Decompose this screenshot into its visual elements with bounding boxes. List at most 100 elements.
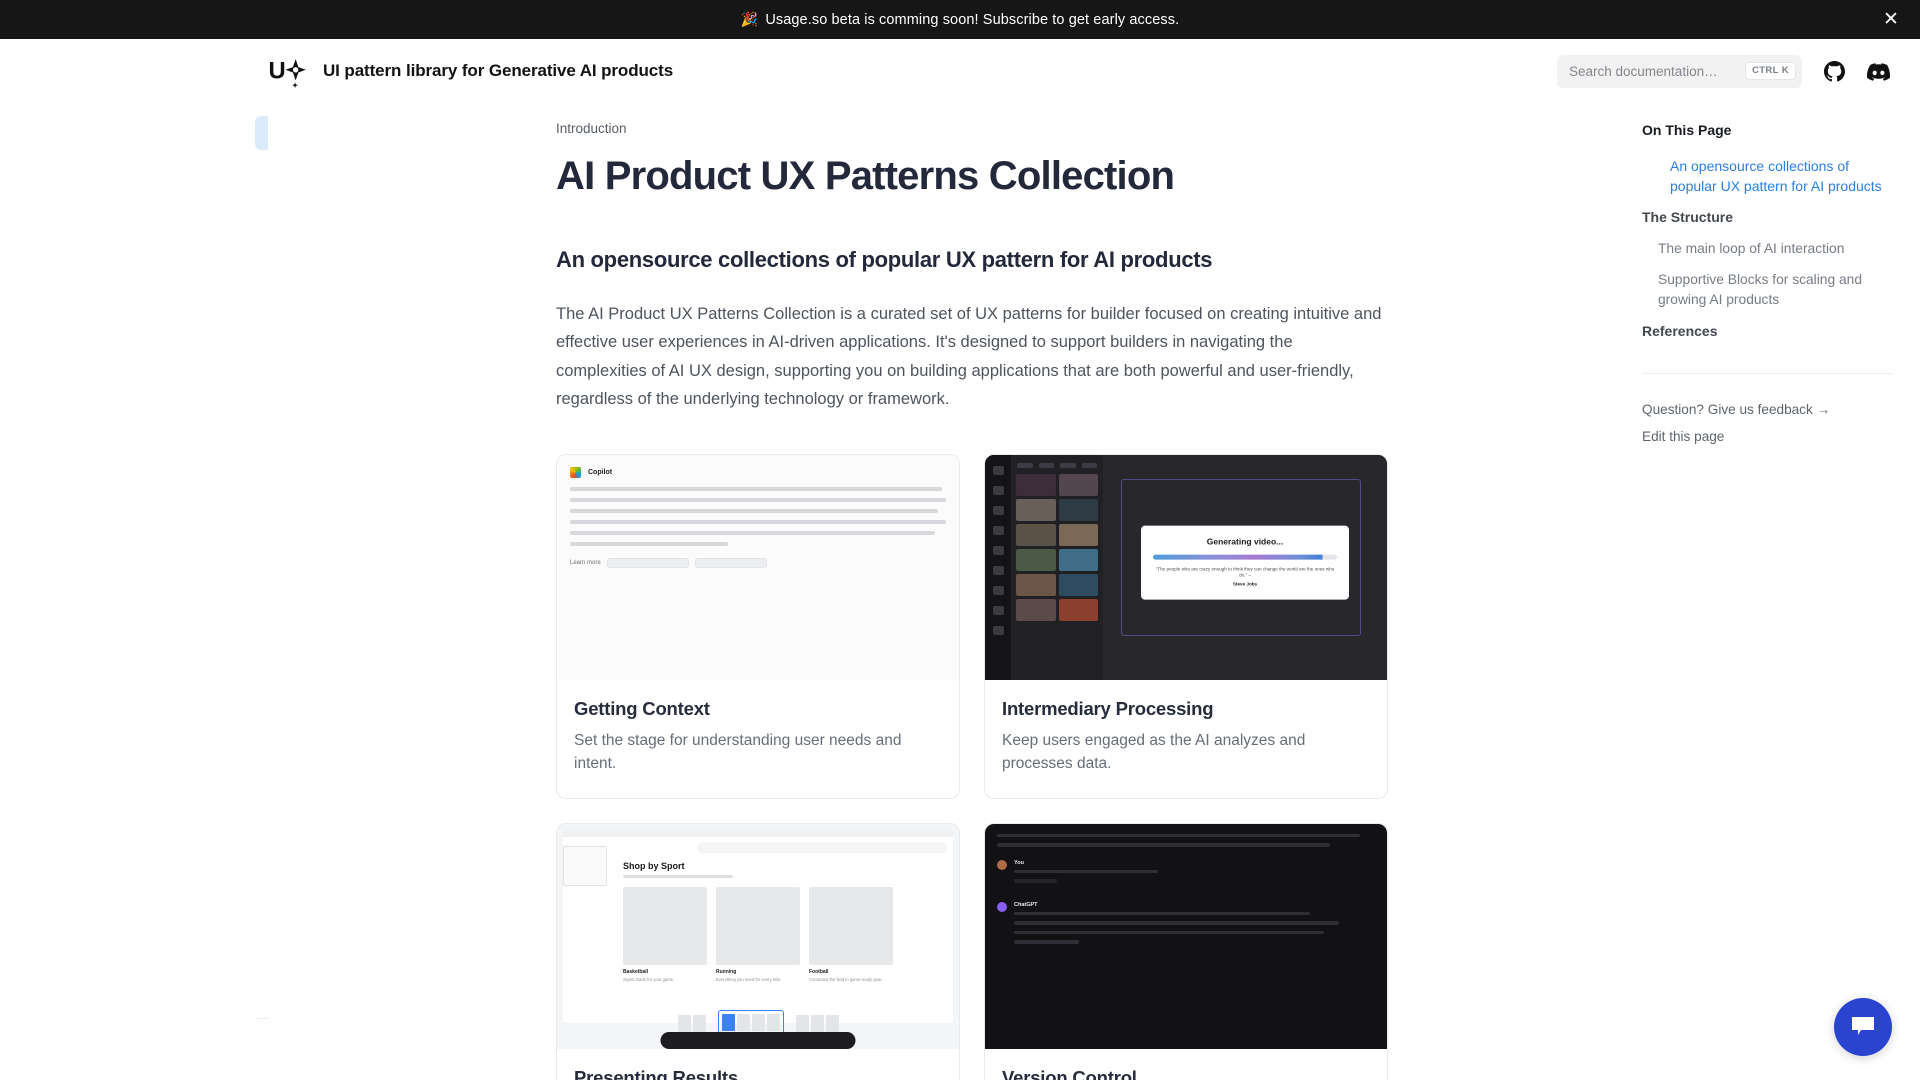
card-body: Version Control Offer users the opportun… [985,1049,1387,1080]
copilot-app-name: Copilot [588,469,612,476]
discord-icon[interactable] [1867,60,1890,83]
sidebar-group-header[interactable]: Results Presentation Patterns [255,760,268,816]
header-actions: CTRL K [1557,55,1890,88]
card-description: Set the stage for understanding user nee… [574,729,942,776]
quote-author: Steve Jobs [1153,582,1337,589]
mockup-page-title: Shop by Sport [623,861,893,871]
github-glyph [1824,61,1845,82]
brand-link[interactable]: U UI pattern library for Generative AI p… [268,54,673,88]
mockup-page: Shop by Sport Basketball Styles made for… [563,853,953,982]
version-stepper[interactable] [1014,879,1057,883]
product-desc: Command the field in game-ready gear. [809,977,893,982]
editor-media-panel [1011,455,1103,680]
mockup-prompt-dock [661,1032,856,1049]
theme-toggle[interactable]: System [255,1018,268,1080]
search-input[interactable] [1569,64,1745,79]
toc-item-supportive-blocks[interactable]: Supportive Blocks for scaling and growin… [1642,264,1892,315]
editor-tabs [1011,455,1103,474]
text-line [1014,931,1324,935]
mockup-product: Basketball Styles made for your game. [623,887,707,982]
card-title: Version Control [1002,1067,1370,1080]
text-line [570,531,935,535]
copilot-sources: Learn more [570,558,946,568]
sidebar-section-title: Main generative loop [255,164,268,204]
brand-title: UI pattern library for Generative AI pro… [323,61,673,81]
toc-item-references[interactable]: References [1642,315,1892,347]
mockup-product: Football Command the field in game-ready… [809,887,893,982]
text-line [570,498,946,502]
product-name: Basketball [623,969,707,975]
shop-mockup-screenshot-thumbnail: Shop by Sport Basketball Styles made for… [557,824,959,1049]
editor-media-grid [1011,474,1103,621]
card-body: Presenting Results Focus on how best to … [557,1049,959,1080]
chat-widget-button[interactable] [1834,998,1892,1056]
card-description: Keep users engaged as the AI analyzes an… [1002,729,1370,776]
card-title: Presenting Results [574,1067,942,1080]
edit-page-link[interactable]: Edit this page [1642,423,1892,450]
sidebar-group-results-presentation: Results Presentation Patterns Streaming … [255,760,268,935]
product-name: Running [716,969,800,975]
copilot-icon [570,467,581,478]
page-body: Introduction Main generative loop Gettin… [0,104,1920,1080]
quote-text: "The people who are crazy enough to thin… [1156,566,1335,578]
left-sidebar: Introduction Main generative loop Gettin… [0,104,268,1080]
toc-item-main-loop[interactable]: The main loop of AI interaction [1642,233,1892,265]
toc-item-the-structure[interactable]: The Structure [1642,201,1892,233]
chat-message-assistant: ChatGPT [997,902,1375,950]
chatgpt-avatar-icon [997,902,1007,912]
logo-icon: U [268,54,308,88]
card-presenting-results[interactable]: Shop by Sport Basketball Styles made for… [556,823,960,1080]
progress-bar [1153,554,1337,559]
card-version-control[interactable]: You ChatGPT [984,823,1388,1080]
mockup-prompt-bar [697,842,947,853]
site-header: U UI pattern library for Generative AI p… [0,39,1920,104]
on-this-page-panel: On This Page An opensource collections o… [1642,104,1892,1080]
source-pill[interactable] [695,558,767,568]
product-desc: Everything you need for every mile. [716,977,800,982]
sidebar-item-introduction[interactable]: Introduction [255,116,268,150]
card-intermediary-processing[interactable]: Generating video... "The people who are … [984,454,1388,799]
text-line [1014,912,1310,916]
feedback-link[interactable]: Question? Give us feedback → [1642,396,1892,423]
toc-title: On This Page [1642,122,1892,138]
search-shortcut-badge: CTRL K [1745,62,1796,80]
party-popper-icon: 🎉 [741,11,759,27]
mockup-history-panel [563,846,607,886]
source-pill[interactable] [607,558,689,568]
sidebar-scroll-area[interactable]: Introduction Main generative loop Gettin… [255,104,268,1080]
toc-active-link[interactable]: An opensource collections of popular UX … [1642,152,1892,201]
svg-text:U: U [268,58,285,85]
close-icon[interactable]: ✕ [1880,9,1902,31]
intro-paragraph: The AI Product UX Patterns Collection is… [556,300,1386,414]
copilot-screenshot-thumbnail: Copilot Learn more [557,455,959,680]
product-image-placeholder [809,887,893,965]
modal-quote: "The people who are crazy enough to thin… [1153,566,1337,589]
text-line [997,843,1330,847]
sidebar-group-getting-context: Getting Context Inputting prompt from sc… [255,204,268,499]
discord-glyph [1867,60,1890,83]
search-box[interactable]: CTRL K [1557,55,1802,88]
mockup-topbar [563,828,953,837]
user-avatar [997,860,1007,870]
github-icon[interactable] [1824,61,1845,82]
announcement-banner: 🎉 Usage.so beta is comming soon! Subscrib… [0,0,1920,39]
text-line [1014,921,1339,925]
sidebar-group-header[interactable]: Getting Context [255,204,268,242]
text-line [1014,940,1079,944]
banner-message: 🎉 Usage.so beta is comming soon! Subscrib… [741,11,1179,28]
text-line [570,509,938,513]
card-getting-context[interactable]: Copilot Learn more [556,454,960,799]
breadcrumb: Introduction [556,121,1386,136]
sidebar-group-header[interactable]: Intermediary Processing Patterns [255,499,268,555]
mockup-page-subtitle [623,875,733,878]
message-author: ChatGPT [1014,902,1375,908]
card-body: Getting Context Set the stage for unders… [557,680,959,798]
mockup-product: Running Everything you need for every mi… [716,887,800,982]
mockup-product-grid: Basketball Styles made for your game. Ru… [623,887,893,982]
product-desc: Styles made for your game. [623,977,707,982]
product-name: Football [809,969,893,975]
message-author: You [1014,860,1375,866]
card-title: Intermediary Processing [1002,698,1370,720]
text-line [997,834,1360,838]
banner-text: Usage.so beta is comming soon! Subscribe… [765,12,1179,28]
